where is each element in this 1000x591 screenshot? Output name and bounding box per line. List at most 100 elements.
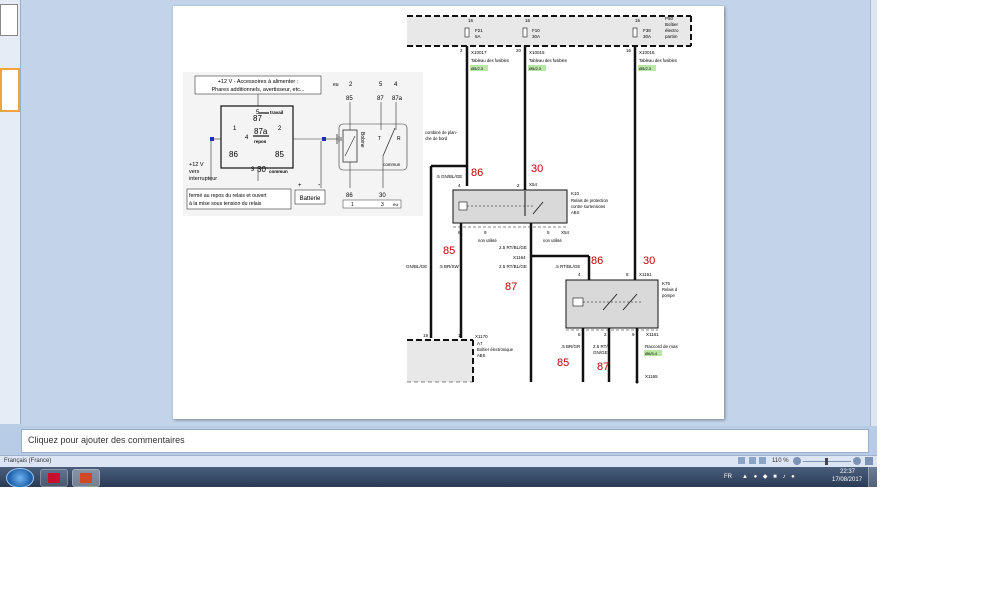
text-label: +12 V — [189, 162, 204, 168]
fuse-label: F38 — [643, 28, 651, 33]
clock-date[interactable]: 17/08/2017 — [832, 477, 862, 483]
fuse-label: 5A — [475, 34, 481, 39]
pin-label: 30 — [257, 165, 266, 174]
text-label: Bobine — [359, 132, 365, 148]
clock-time[interactable]: 22:37 — [840, 469, 855, 475]
wire-label: .5 BR/GR — [561, 344, 581, 349]
zoom-slider-thumb[interactable] — [825, 458, 828, 465]
text-label: électro — [665, 28, 679, 33]
connector-label: X1165 — [645, 374, 658, 379]
reading-view-icon[interactable] — [759, 457, 767, 464]
connector-label: X54 — [529, 182, 538, 187]
zoom-out-icon[interactable] — [793, 457, 801, 465]
system-tray-icons[interactable]: ▲ ● ◆ ■ ♪ ● — [742, 473, 812, 481]
pin-label: repos — [254, 139, 267, 144]
pin-annotation: 30 — [643, 255, 655, 267]
text-label: pompe — [662, 293, 675, 298]
windows-taskbar: FR ▲ ● ◆ ■ ♪ ● 22:37 17/08/2017 — [0, 467, 877, 487]
slide-canvas[interactable]: +12 V - Accessoires à alimenter : Phares… — [173, 6, 724, 419]
pin-label: 2 — [517, 183, 520, 188]
pin-label: 85 — [275, 150, 284, 159]
zoom-in-icon[interactable] — [853, 457, 861, 465]
fuse-f38 — [632, 27, 638, 38]
text-label: Tableau des fusibles — [471, 58, 509, 63]
fit-slide-icon[interactable] — [865, 457, 873, 465]
pdf-reader-taskbar-icon[interactable] — [40, 469, 68, 487]
pin-label: travail — [270, 110, 283, 115]
text-label: combiné de plan- — [425, 130, 458, 135]
slide-thumbnail[interactable] — [0, 4, 18, 36]
connector-label: X10016 — [639, 50, 655, 55]
pin-label: 30 — [379, 193, 386, 199]
pin-label: 5 — [547, 230, 550, 235]
slide-thumbnail-pane[interactable] — [0, 0, 21, 424]
connector-label: X1170 — [475, 334, 488, 339]
pin-label: 2 — [604, 332, 607, 337]
slide-sorter-icon[interactable] — [748, 457, 756, 464]
notes-pane[interactable]: Cliquez pour ajouter des commentaires — [21, 429, 869, 453]
text-label: eu — [393, 202, 399, 207]
connector-label: X1164 — [513, 255, 526, 260]
slide-thumbnail-selected[interactable] — [0, 68, 20, 112]
wire-label: .5 RT/BL/GE — [555, 264, 580, 269]
pin-label: 3 — [381, 202, 384, 208]
pin-label: 8 — [626, 272, 629, 277]
fuse-f10 — [522, 27, 528, 38]
pin-label: 20 — [516, 48, 522, 53]
text-label: Raccord de mas — [645, 344, 679, 349]
fuse-label: F21 — [475, 28, 483, 33]
connector-label: X1161 — [646, 332, 659, 337]
powerpoint-taskbar-icon[interactable] — [72, 469, 100, 487]
vertical-scrollbar[interactable] — [870, 0, 877, 426]
normal-view-icon[interactable] — [738, 457, 745, 464]
relay-title-2: Phares additionnels, avertisseur, etc... — [212, 87, 305, 93]
zoom-level[interactable]: 110 % — [772, 458, 789, 464]
pin-label: 4 — [458, 183, 461, 188]
fuse-f21 — [464, 27, 470, 38]
wire-label: 2.5 RT/ — [593, 344, 608, 349]
component-label: A7 — [477, 341, 483, 346]
text-label: à la mise sous tension du relais — [189, 201, 262, 207]
text-label: Ø5/2.3 — [639, 66, 652, 71]
text-label: P50 — [665, 16, 674, 21]
relay-diagram: +12 V - Accessoires à alimenter : Phares… — [183, 72, 423, 216]
text-label: Ø5/2.3 — [529, 66, 542, 71]
pin-label: 87a — [392, 96, 403, 102]
text-label: Boîtier électronique — [477, 347, 514, 352]
pin-label: 9 — [484, 230, 487, 235]
pin-annotation: 87 — [505, 281, 517, 293]
component-label: K75 — [662, 281, 671, 286]
pin-annotation: 86 — [591, 255, 603, 267]
text-label: eu — [333, 82, 339, 88]
notes-placeholder: Cliquez pour ajouter des commentaires — [28, 435, 185, 445]
wire-label: .5 BR/SW — [439, 264, 460, 269]
relay-title-1: +12 V - Accessoires à alimenter : — [218, 79, 299, 85]
pin-label: commun — [269, 169, 288, 174]
text-label: Relais de protection — [571, 198, 609, 203]
wire-label: .5 GN/BL/GE — [436, 174, 462, 179]
input-language[interactable]: FR — [724, 474, 732, 480]
pin-label: 86 — [346, 193, 353, 199]
pin-annotation: 85 — [443, 245, 455, 257]
text-label: ABS — [477, 353, 486, 358]
connector-label: X10015 — [529, 50, 545, 55]
pin-label: 6 — [578, 332, 581, 337]
pin-label: 15 — [525, 18, 531, 23]
pin-label: 9 — [632, 332, 635, 337]
text-label: fermé au repos du relais et ouvert — [189, 193, 267, 199]
slide-content: +12 V - Accessoires à alimenter : Phares… — [183, 15, 692, 384]
show-desktop-button[interactable] — [868, 467, 877, 487]
pin-label: 15 — [468, 18, 474, 23]
pin-annotation: 30 — [531, 163, 543, 175]
start-orb-icon[interactable] — [6, 468, 34, 487]
pin-label: 4 — [578, 272, 581, 277]
pin-label: 15 — [635, 18, 641, 23]
fuse-label: F10 — [532, 28, 540, 33]
text-label: Relais d — [662, 287, 678, 292]
language-indicator[interactable]: Français (France) — [4, 458, 51, 464]
text-label: Tableau des fusibles — [639, 58, 677, 63]
pin-label: 19 — [423, 333, 429, 338]
view-buttons[interactable] — [738, 457, 768, 466]
text-label: R — [397, 136, 401, 142]
wire-label: GN/GE — [593, 350, 608, 355]
